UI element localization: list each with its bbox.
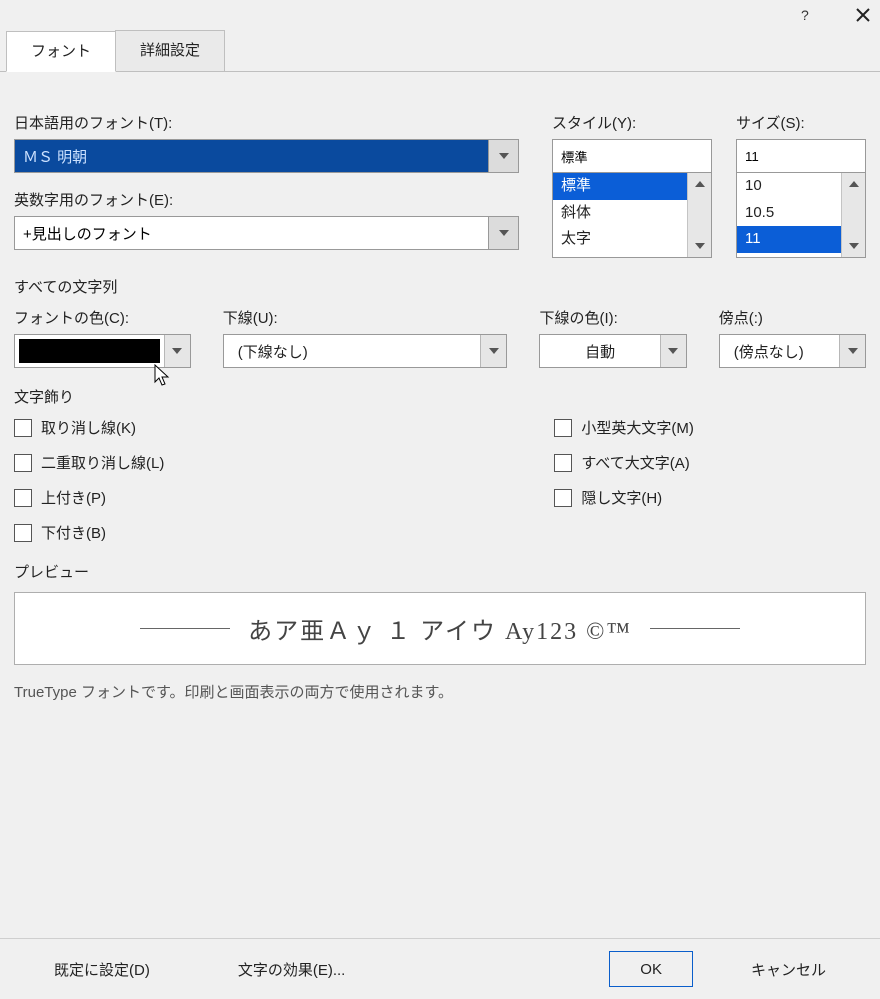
style-input[interactable] xyxy=(552,139,712,173)
japanese-font-combo[interactable]: ＭＳ 明朝 xyxy=(14,139,519,173)
small-caps-checkbox[interactable]: 小型英大文字(M) xyxy=(554,417,694,438)
strikethrough-checkbox[interactable]: 取り消し線(K) xyxy=(14,417,164,438)
chevron-down-icon[interactable] xyxy=(164,335,190,367)
set-default-label: 既定に設定(D) xyxy=(54,959,150,980)
text-effects-label: 文字の効果(E)... xyxy=(238,959,346,980)
chevron-down-icon[interactable] xyxy=(480,335,506,367)
scrollbar[interactable] xyxy=(687,173,711,257)
checkbox-label: 上付き(P) xyxy=(41,487,106,508)
all-caps-checkbox[interactable]: すべて大文字(A) xyxy=(554,452,694,473)
latin-font-label: 英数字用のフォント(E): xyxy=(14,189,528,210)
superscript-checkbox[interactable]: 上付き(P) xyxy=(14,487,164,508)
tab-advanced-label: 詳細設定 xyxy=(140,42,200,59)
cancel-button[interactable]: キャンセル xyxy=(721,951,856,987)
size-listbox[interactable]: 10 10.5 11 xyxy=(736,172,866,258)
preview-underline-left xyxy=(140,628,230,629)
text-effects-button[interactable]: 文字の効果(E)... xyxy=(208,951,376,987)
style-listbox[interactable]: 標準 斜体 太字 xyxy=(552,172,712,258)
underline-label: 下線(U): xyxy=(223,307,508,328)
style-label: スタイル(Y): xyxy=(552,112,712,133)
ok-button[interactable]: OK xyxy=(609,951,693,987)
checkbox-box xyxy=(14,489,32,507)
font-panel: 日本語用のフォント(T): ＭＳ 明朝 英数字用のフォント(E): スタイル(Y… xyxy=(0,72,880,716)
checkbox-label: 下付き(B) xyxy=(41,522,106,543)
size-input[interactable] xyxy=(736,139,866,173)
emphasis-label: 傍点(:) xyxy=(719,307,866,328)
font-color-label: フォントの色(C): xyxy=(14,307,191,328)
chevron-down-icon[interactable] xyxy=(839,335,865,367)
preview-underline-right xyxy=(650,628,740,629)
underline-combo[interactable]: (下線なし) xyxy=(223,334,508,368)
checkbox-box xyxy=(14,524,32,542)
svg-text:?: ? xyxy=(801,8,809,22)
subscript-checkbox[interactable]: 下付き(B) xyxy=(14,522,164,543)
help-icon[interactable]: ? xyxy=(794,4,816,26)
japanese-font-value[interactable]: ＭＳ 明朝 xyxy=(15,140,488,172)
cancel-label: キャンセル xyxy=(751,959,826,980)
latin-font-value[interactable] xyxy=(15,217,488,249)
underline-color-combo[interactable]: 自動 xyxy=(539,334,686,368)
tab-font[interactable]: フォント xyxy=(6,31,116,72)
color-swatch xyxy=(19,339,160,363)
checkbox-box xyxy=(554,419,572,437)
chevron-down-icon[interactable] xyxy=(660,335,686,367)
chevron-down-icon[interactable] xyxy=(842,235,865,257)
checkbox-box xyxy=(14,454,32,472)
checkbox-box xyxy=(554,454,572,472)
chevron-down-icon[interactable] xyxy=(488,217,518,249)
underline-color-value: 自動 xyxy=(540,335,659,367)
scrollbar[interactable] xyxy=(841,173,865,257)
size-label: サイズ(S): xyxy=(736,112,866,133)
set-default-button[interactable]: 既定に設定(D) xyxy=(24,951,180,987)
chevron-up-icon[interactable] xyxy=(842,173,865,195)
hidden-checkbox[interactable]: 隠し文字(H) xyxy=(554,487,694,508)
font-color-combo[interactable] xyxy=(14,334,191,368)
ok-label: OK xyxy=(640,961,662,978)
checkbox-label: すべて大文字(A) xyxy=(581,452,689,473)
close-icon[interactable] xyxy=(852,4,874,26)
checkbox-box xyxy=(554,489,572,507)
underline-value: (下線なし) xyxy=(224,335,481,367)
all-text-group-label: すべての文字列 xyxy=(14,276,866,297)
japanese-font-label: 日本語用のフォント(T): xyxy=(14,112,528,133)
preview-group-label: プレビュー xyxy=(14,561,866,582)
effects-checks: 取り消し線(K) 二重取り消し線(L) 上付き(P) 下付き(B) 小型英大文字… xyxy=(14,417,866,543)
dialog-footer: 既定に設定(D) 文字の効果(E)... OK キャンセル xyxy=(0,938,880,999)
truetype-note: TrueType フォントです。印刷と画面表示の両方で使用されます。 xyxy=(14,681,866,702)
checkbox-box xyxy=(14,419,32,437)
dialog-titlebar: ? xyxy=(0,0,880,30)
preview-box: あア亜Ａｙ １ アイウ Ay123 ©™ xyxy=(14,592,866,665)
double-strikethrough-checkbox[interactable]: 二重取り消し線(L) xyxy=(14,452,164,473)
latin-font-combo[interactable] xyxy=(14,216,519,250)
emphasis-combo[interactable]: (傍点なし) xyxy=(719,334,866,368)
checkbox-label: 二重取り消し線(L) xyxy=(41,452,164,473)
scrollbar-track[interactable] xyxy=(842,195,865,235)
effects-group-label: 文字飾り xyxy=(14,386,866,407)
chevron-down-icon[interactable] xyxy=(488,140,518,172)
tab-advanced[interactable]: 詳細設定 xyxy=(115,30,225,71)
checkbox-label: 小型英大文字(M) xyxy=(581,417,694,438)
tab-bar: フォント 詳細設定 xyxy=(0,30,880,72)
chevron-up-icon[interactable] xyxy=(688,173,711,195)
scrollbar-track[interactable] xyxy=(688,195,711,235)
chevron-down-icon[interactable] xyxy=(688,235,711,257)
checkbox-label: 隠し文字(H) xyxy=(581,487,662,508)
preview-text: あア亜Ａｙ １ アイウ Ay123 ©™ xyxy=(248,611,632,646)
tab-font-label: フォント xyxy=(31,43,91,60)
underline-color-label: 下線の色(I): xyxy=(539,307,686,328)
checkbox-label: 取り消し線(K) xyxy=(41,417,136,438)
emphasis-value: (傍点なし) xyxy=(720,335,839,367)
